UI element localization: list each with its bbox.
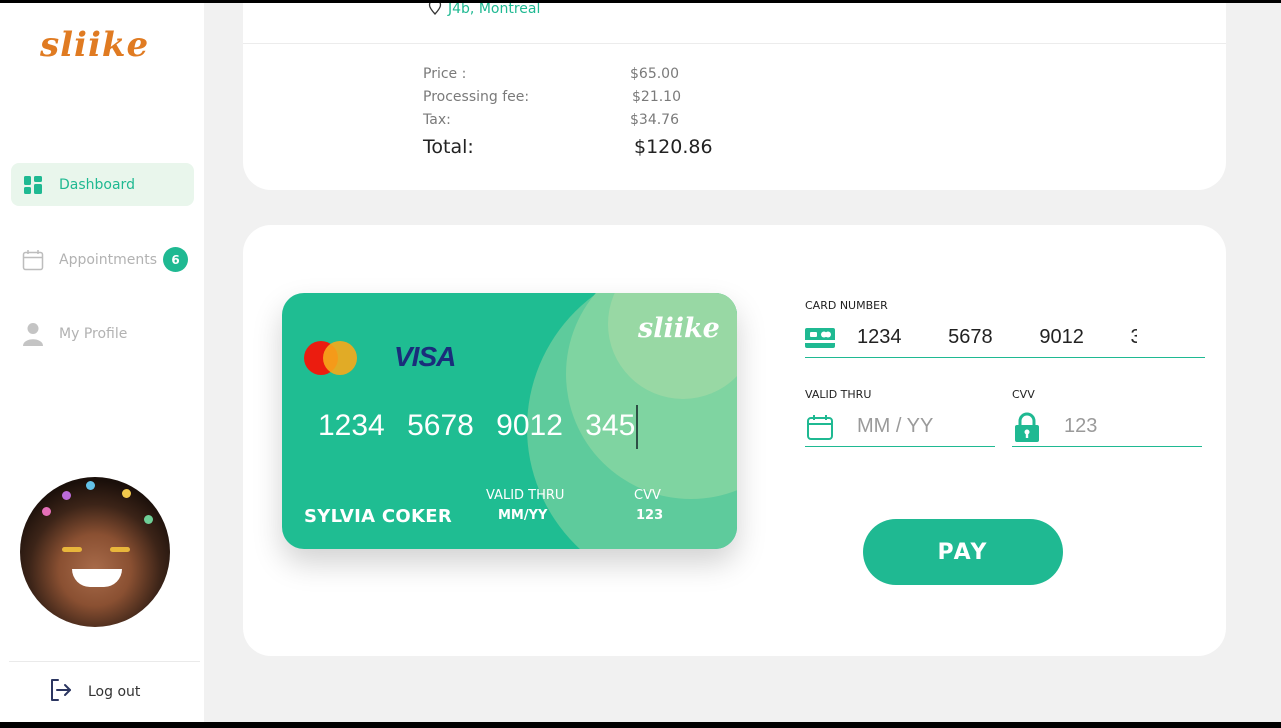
cvv-field bbox=[1012, 407, 1202, 447]
price-label: Price : bbox=[423, 66, 467, 82]
avatar-smile bbox=[72, 569, 122, 587]
app-window: sliike Dashboard Appointments 6 My Profi… bbox=[0, 3, 1281, 722]
order-summary-panel: J4b, Montreal Price : $65.00 Processing … bbox=[243, 3, 1226, 190]
card-cvv-label: CVV bbox=[634, 488, 661, 503]
tax-value: $34.76 bbox=[630, 112, 679, 128]
payment-panel: VISA sliike 1234 5678 9012 345 SYLVIA CO… bbox=[243, 225, 1226, 656]
card-cvv-value: 123 bbox=[636, 508, 664, 523]
total-value: $120.86 bbox=[634, 136, 713, 158]
avatar[interactable] bbox=[20, 477, 170, 627]
processing-fee-row: Processing fee: $21.10 bbox=[423, 89, 681, 105]
cvv-label: CVV bbox=[1012, 388, 1035, 401]
lock-icon bbox=[1012, 412, 1042, 442]
hair-clip bbox=[42, 507, 51, 516]
sidebar-item-label: Dashboard bbox=[59, 176, 135, 193]
credit-card-preview: VISA sliike 1234 5678 9012 345 SYLVIA CO… bbox=[282, 293, 737, 549]
logout-label: Log out bbox=[88, 684, 141, 700]
hair-clip bbox=[122, 489, 131, 498]
sidebar: sliike Dashboard Appointments 6 My Profi… bbox=[0, 3, 204, 722]
appointments-count-badge: 6 bbox=[163, 247, 188, 272]
location-text: J4b, Montreal bbox=[448, 3, 541, 17]
processing-fee-value: $21.10 bbox=[632, 89, 681, 105]
cvv-input[interactable] bbox=[1064, 415, 1194, 438]
card-number-label: CARD NUMBER bbox=[805, 299, 888, 312]
valid-thru-field bbox=[805, 407, 995, 447]
card-brand-logo: sliike bbox=[638, 313, 720, 344]
logout-button[interactable]: Log out bbox=[48, 677, 140, 707]
avatar-eye bbox=[110, 547, 130, 552]
visa-logo: VISA bbox=[394, 341, 456, 372]
card-number-text: 1234 5678 9012 345 bbox=[318, 408, 636, 442]
processing-fee-label: Processing fee: bbox=[423, 89, 530, 105]
hair-clip bbox=[62, 491, 71, 500]
location: J4b, Montreal bbox=[428, 3, 540, 19]
sidebar-divider bbox=[9, 661, 200, 662]
card-number-display: 1234 5678 9012 345 bbox=[318, 405, 639, 449]
sidebar-item-label: Appointments bbox=[59, 251, 158, 268]
mastercard-logo bbox=[323, 341, 357, 375]
calendar-icon bbox=[805, 412, 835, 442]
sidebar-item-dashboard[interactable]: Dashboard bbox=[11, 163, 194, 206]
location-pin-icon bbox=[428, 3, 442, 19]
card-number-field bbox=[805, 318, 1205, 358]
logout-icon bbox=[48, 677, 74, 707]
sidebar-item-my-profile[interactable]: My Profile bbox=[11, 312, 194, 355]
credit-card-icon bbox=[805, 323, 835, 353]
user-icon bbox=[21, 322, 45, 346]
brand-logo[interactable]: sliike bbox=[40, 25, 149, 65]
summary-divider bbox=[243, 43, 1226, 44]
card-valid-label: VALID THRU bbox=[486, 488, 565, 503]
hair-clip bbox=[86, 481, 95, 490]
total-row: Total: $120.86 bbox=[423, 136, 713, 158]
card-number-input[interactable] bbox=[857, 326, 1137, 349]
avatar-eye bbox=[62, 547, 82, 552]
total-label: Total: bbox=[423, 136, 474, 158]
dashboard-icon bbox=[21, 173, 45, 197]
tax-label: Tax: bbox=[423, 112, 451, 128]
sidebar-item-appointments[interactable]: Appointments 6 bbox=[11, 238, 194, 281]
price-value: $65.00 bbox=[630, 66, 679, 82]
tax-row: Tax: $34.76 bbox=[423, 112, 679, 128]
card-valid-value: MM/YY bbox=[498, 508, 548, 523]
valid-thru-label: VALID THRU bbox=[805, 388, 872, 401]
valid-thru-input[interactable] bbox=[857, 415, 987, 438]
pay-button[interactable]: PAY bbox=[863, 519, 1063, 585]
calendar-icon bbox=[21, 248, 45, 272]
price-row: Price : $65.00 bbox=[423, 66, 679, 82]
card-holder-name: SYLVIA COKER bbox=[304, 506, 453, 527]
text-caret bbox=[636, 405, 639, 449]
hair-clip bbox=[144, 515, 153, 524]
sidebar-item-label: My Profile bbox=[59, 325, 128, 342]
